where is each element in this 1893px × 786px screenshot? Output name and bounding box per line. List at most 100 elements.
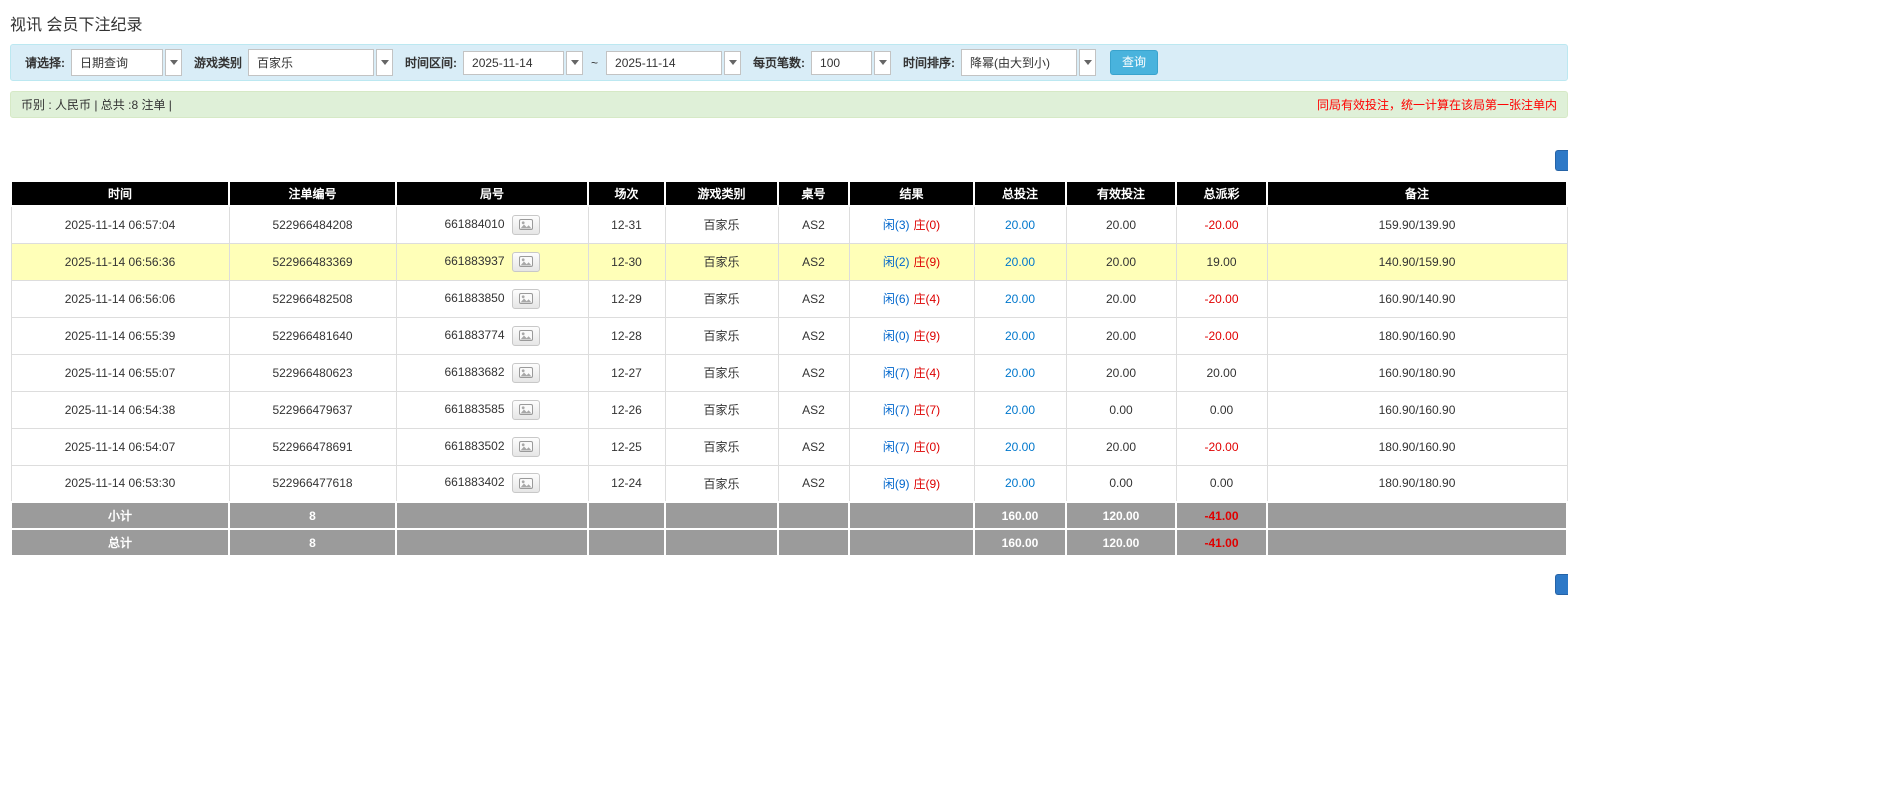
game-type-value[interactable]: 百家乐 <box>248 49 375 76</box>
query-type-value[interactable]: 日期查询 <box>71 49 163 76</box>
result-player: 闲(6) <box>882 292 910 306</box>
cell-table-no: AS2 <box>777 242 850 281</box>
video-icon <box>518 256 533 267</box>
partial-button-bottom[interactable] <box>1555 574 1568 595</box>
table-row: 2025-11-14 06:55:39 522966481640 6618837… <box>10 316 1568 355</box>
cell-time: 2025-11-14 06:57:04 <box>10 205 230 244</box>
cell-payout: 19.00 <box>1175 242 1268 281</box>
total-bet-link[interactable]: 20.00 <box>1005 329 1035 343</box>
cell-result: 闲(7) 庄(0) <box>848 427 975 466</box>
cell-time: 2025-11-14 06:53:30 <box>10 464 230 503</box>
time-sort-value[interactable]: 降幂(由大到小) <box>961 49 1078 76</box>
cell-bet-id: 522966480623 <box>228 353 397 392</box>
date-to-value[interactable]: 2025-11-14 <box>606 50 723 75</box>
total-bet-link[interactable]: 20.00 <box>1005 292 1035 306</box>
cell-bet-id: 522966481640 <box>228 316 397 355</box>
cell-session: 12-31 <box>587 205 666 244</box>
total-payout: -41.00 <box>1175 528 1268 557</box>
cell-bet-id: 522966484208 <box>228 205 397 244</box>
total-label: 总计 <box>10 528 230 557</box>
caret-icon <box>728 60 737 65</box>
video-icon <box>518 293 533 304</box>
video-replay-button[interactable] <box>511 288 540 309</box>
cell-payout: -20.00 <box>1175 205 1268 244</box>
caret-icon <box>1083 60 1092 65</box>
total-bet-link[interactable]: 20.00 <box>1005 255 1035 269</box>
video-replay-button[interactable] <box>511 436 540 457</box>
result-banker: 庄(4) <box>913 366 941 380</box>
cell-total-bet: 20.00 <box>973 427 1067 466</box>
cell-game-type: 百家乐 <box>664 205 779 244</box>
cell-table-no: AS2 <box>777 427 850 466</box>
currency-total-summary: 币别 : 人民币 | 总共 :8 注单 | <box>21 98 172 112</box>
total-empty <box>587 528 666 557</box>
total-bet-link[interactable]: 20.00 <box>1005 440 1035 454</box>
subtotal-empty <box>777 501 850 530</box>
cell-round-id: 661883937 <box>395 242 589 281</box>
date-to-picker[interactable]: 2025-11-14 <box>606 50 742 75</box>
table-row: 2025-11-14 06:56:36 522966483369 6618839… <box>10 242 1568 281</box>
cell-bet-id: 522966479637 <box>228 390 397 429</box>
chevron-down-icon[interactable] <box>1079 49 1097 76</box>
cell-game-type: 百家乐 <box>664 464 779 503</box>
table-row: 2025-11-14 06:54:38 522966479637 6618835… <box>10 390 1568 429</box>
caret-icon <box>878 60 887 65</box>
query-type-select[interactable]: 日期查询 <box>71 49 182 76</box>
page-title: 视讯 会员下注纪录 <box>10 17 143 34</box>
total-empty <box>1266 528 1568 557</box>
toolbar-gap <box>10 118 1568 180</box>
video-replay-button[interactable] <box>511 399 540 420</box>
video-replay-button[interactable] <box>511 362 540 383</box>
cell-note: 160.90/180.90 <box>1266 353 1568 392</box>
video-replay-button[interactable] <box>511 473 540 494</box>
page-size-select[interactable]: 100 <box>811 50 892 75</box>
cell-time: 2025-11-14 06:55:07 <box>10 353 230 392</box>
cell-note: 180.90/180.90 <box>1266 464 1568 503</box>
subtotal-label: 小计 <box>10 501 230 530</box>
caret-icon <box>380 60 389 65</box>
cell-bet-id: 522966482508 <box>228 279 397 318</box>
chevron-down-icon[interactable] <box>376 49 394 76</box>
time-sort-select[interactable]: 降幂(由大到小) <box>961 49 1097 76</box>
cell-session: 12-29 <box>587 279 666 318</box>
cell-round-id: 661883774 <box>395 316 589 355</box>
video-replay-button[interactable] <box>511 251 540 272</box>
video-icon <box>518 219 533 231</box>
video-icon <box>518 441 533 452</box>
page-size-value[interactable]: 100 <box>811 50 873 75</box>
date-from-picker[interactable]: 2025-11-14 <box>463 50 584 75</box>
game-type-select[interactable]: 百家乐 <box>248 49 394 76</box>
round-id-text: 661883682 <box>444 364 505 379</box>
chevron-down-icon[interactable] <box>724 50 742 75</box>
chevron-down-icon[interactable] <box>566 50 584 75</box>
cell-valid-bet: 0.00 <box>1065 464 1177 503</box>
total-bet-link[interactable]: 20.00 <box>1005 403 1035 417</box>
video-replay-button[interactable] <box>511 325 540 346</box>
total-bet-link[interactable]: 20.00 <box>1005 476 1035 490</box>
chevron-down-icon[interactable] <box>165 49 182 76</box>
cell-session: 12-28 <box>587 316 666 355</box>
total-empty <box>777 528 850 557</box>
date-from-value[interactable]: 2025-11-14 <box>463 50 565 75</box>
cell-game-type: 百家乐 <box>664 427 779 466</box>
total-bet-link[interactable]: 20.00 <box>1005 366 1035 380</box>
cell-note: 180.90/160.90 <box>1266 427 1568 466</box>
subtotal-empty <box>848 501 975 530</box>
cell-time: 2025-11-14 06:54:07 <box>10 427 230 466</box>
video-replay-button[interactable] <box>511 214 540 235</box>
filter-bar: 请选择: 日期查询 游戏类别 百家乐 时间区间: 2025-11-14 ~ 20… <box>10 44 1568 81</box>
search-button[interactable]: 查询 <box>1110 50 1159 75</box>
result-player: 闲(3) <box>882 218 910 233</box>
cell-table-no: AS2 <box>777 390 850 429</box>
caret-icon <box>169 60 178 65</box>
subtotal-empty <box>395 501 589 530</box>
total-valid-bet: 120.00 <box>1065 528 1177 557</box>
table-row: 2025-11-14 06:57:04 522966484208 6618840… <box>10 205 1568 244</box>
total-bet-link[interactable]: 20.00 <box>1005 218 1035 232</box>
cell-bet-id: 522966477618 <box>228 464 397 503</box>
date-range-label: 时间区间: <box>405 56 458 70</box>
page-content: 视讯 会员下注纪录 请选择: 日期查询 游戏类别 百家乐 时间区间: 2025-… <box>10 0 1568 597</box>
chevron-down-icon[interactable] <box>874 50 892 75</box>
partial-button-top[interactable] <box>1555 150 1568 171</box>
cell-table-no: AS2 <box>777 316 850 355</box>
